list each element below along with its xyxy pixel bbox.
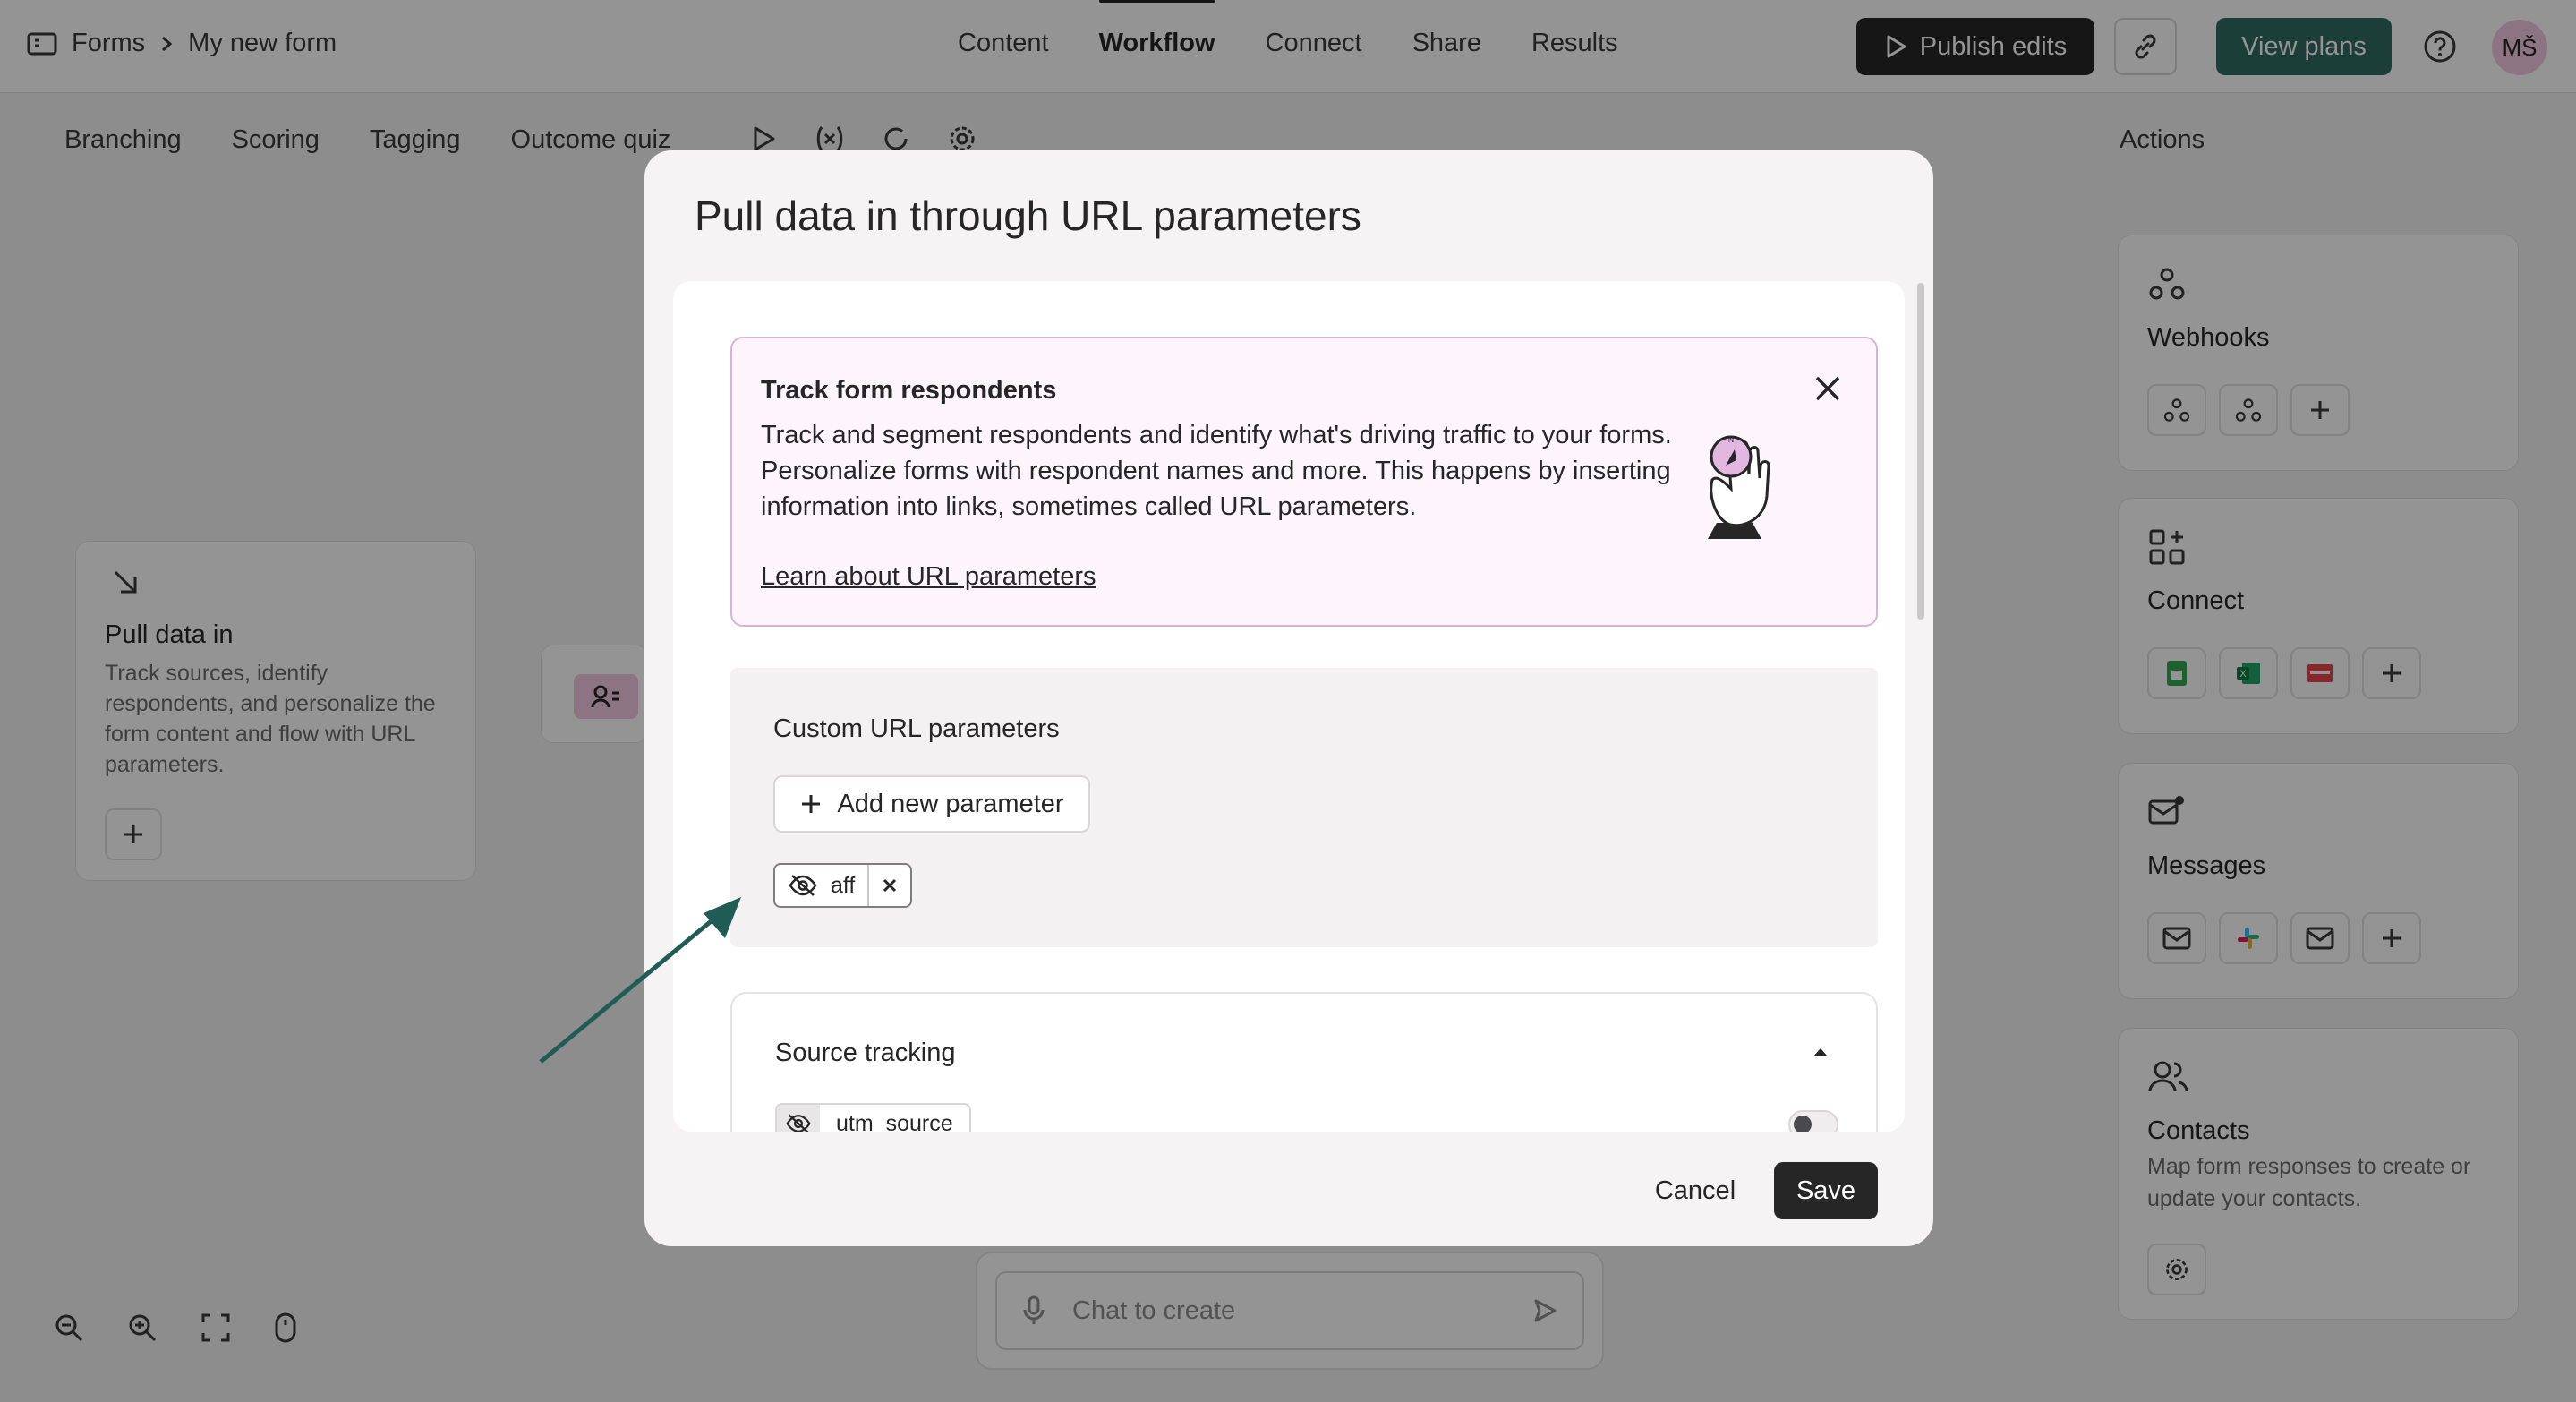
compass-hand-illustration: N bbox=[1690, 424, 1779, 541]
cancel-button[interactable]: Cancel bbox=[1627, 1162, 1763, 1219]
add-parameter-button[interactable]: Add new parameter bbox=[773, 775, 1090, 833]
learn-more-link[interactable]: Learn about URL parameters bbox=[761, 562, 1096, 592]
annotation-arrow bbox=[528, 886, 752, 1074]
url-parameters-dialog: Pull data in through URL parameters Trac… bbox=[644, 150, 1933, 1246]
eye-off-icon[interactable] bbox=[788, 874, 818, 897]
source-tracking-section: Source tracking utm_source bbox=[730, 992, 1878, 1132]
close-icon[interactable] bbox=[1813, 374, 1842, 403]
parameter-name: aff bbox=[831, 872, 856, 898]
utm-source-toggle[interactable] bbox=[1788, 1110, 1838, 1132]
source-tracking-title: Source tracking bbox=[775, 1039, 956, 1067]
save-button[interactable]: Save bbox=[1774, 1162, 1878, 1219]
parameter-tag: aff bbox=[773, 863, 913, 908]
info-banner: Track form respondents Track and segment… bbox=[730, 337, 1878, 627]
dialog-scrollbar[interactable] bbox=[1917, 283, 1924, 620]
custom-parameters-section: Custom URL parameters Add new parameter … bbox=[730, 668, 1878, 947]
custom-section-title: Custom URL parameters bbox=[773, 714, 1060, 743]
caret-up-icon[interactable] bbox=[1812, 1046, 1830, 1058]
remove-parameter-icon[interactable] bbox=[882, 877, 898, 893]
svg-text:N: N bbox=[1728, 435, 1735, 444]
add-parameter-label: Add new parameter bbox=[837, 789, 1064, 818]
info-text: Track and segment respondents and identi… bbox=[761, 421, 1672, 521]
info-title: Track form respondents bbox=[761, 376, 1057, 405]
utm-parameter-tag: utm_source bbox=[775, 1103, 971, 1132]
dialog-title: Pull data in through URL parameters bbox=[695, 192, 1361, 239]
eye-off-icon[interactable] bbox=[777, 1105, 820, 1132]
plus-icon bbox=[799, 792, 823, 816]
utm-parameter-name: utm_source bbox=[836, 1110, 953, 1133]
dialog-body: Track form respondents Track and segment… bbox=[673, 281, 1905, 1132]
